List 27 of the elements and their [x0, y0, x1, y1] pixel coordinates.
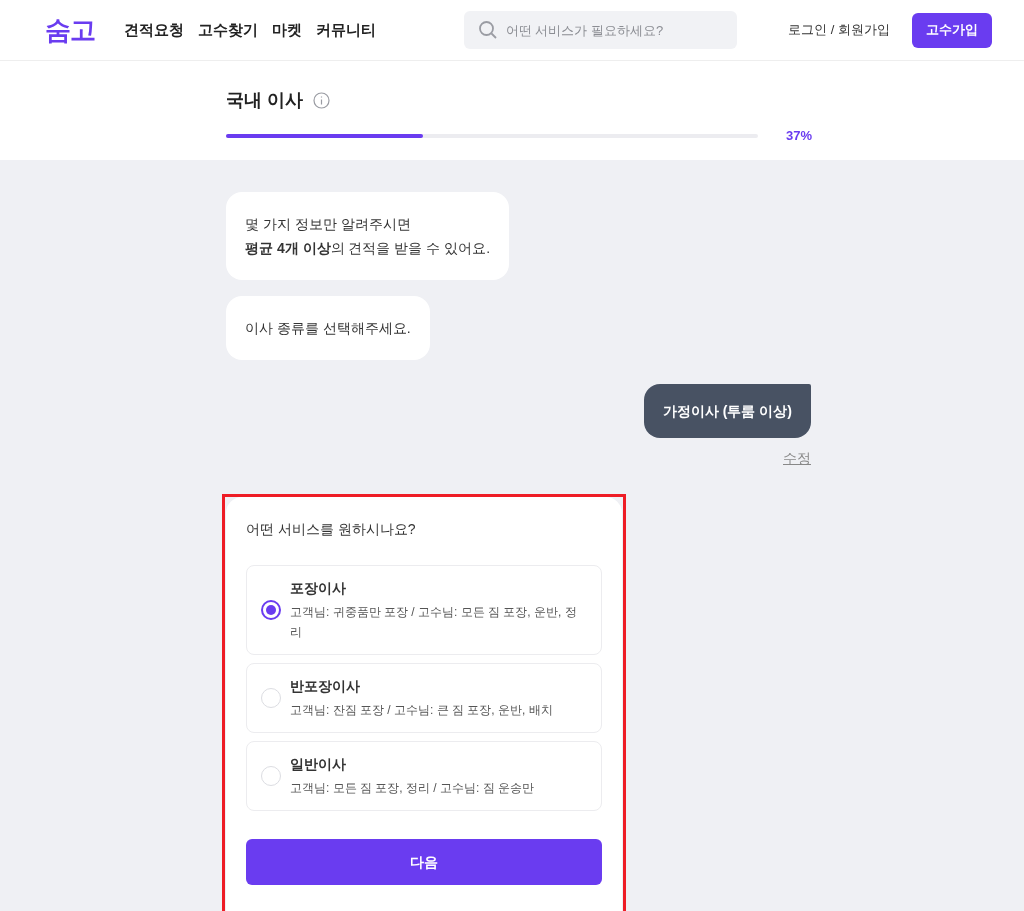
search-icon — [477, 20, 498, 40]
option-card[interactable]: 포장이사 고객님: 귀중품만 포장 / 고수님: 모든 짐 포장, 운반, 정리 — [246, 565, 602, 655]
nav-link[interactable]: 커뮤니티 — [315, 18, 376, 42]
option-label: 반포장이사 — [290, 677, 361, 696]
bot-message: 이사 종류를 선택해주세요. — [226, 296, 430, 360]
page-title: 국내 이사 — [226, 89, 303, 112]
nav-link[interactable]: 고수찾기 — [197, 18, 258, 42]
next-button[interactable]: 다음 — [246, 839, 602, 885]
option-description: 고객님: 귀중품만 포장 / 고수님: 모든 짐 포장, 운반, 정리 — [290, 604, 578, 641]
progress-percent: 37% — [785, 127, 812, 145]
option-card[interactable]: 일반이사 고객님: 모든 짐 포장, 정리 / 고수님: 짐 운송만 — [246, 741, 602, 811]
option-description: 고객님: 모든 짐 포장, 정리 / 고수님: 짐 운송만 — [290, 780, 534, 797]
option-description: 고객님: 잔짐 포장 / 고수님: 큰 짐 포장, 운반, 배치 — [290, 702, 553, 719]
search-field[interactable]: 어떤 서비스가 필요하세요? — [463, 11, 737, 49]
logo[interactable]: 숨고 — [45, 10, 96, 50]
info-icon[interactable] — [313, 92, 330, 109]
login-link[interactable]: 로그인 / 회원가입 — [788, 20, 890, 40]
question-title: 어떤 서비스를 원하시나요? — [246, 520, 417, 539]
option-label: 일반이사 — [290, 755, 347, 774]
nav-link[interactable]: 마켓 — [271, 18, 302, 42]
option-label: 포장이사 — [290, 579, 347, 598]
user-message: 가정이사 (투룸 이상) — [643, 384, 811, 438]
option-card[interactable]: 반포장이사 고객님: 잔짐 포장 / 고수님: 큰 짐 포장, 운반, 배치 — [246, 663, 602, 733]
bot-message: 몇 가지 정보만 알려주시면 평균 4개 이상의 견적을 받을 수 있어요. — [226, 192, 510, 280]
radio-button[interactable] — [261, 600, 281, 620]
signup-button[interactable]: 고수가입 — [912, 12, 992, 48]
nav-link[interactable]: 견적요청 — [123, 18, 184, 42]
